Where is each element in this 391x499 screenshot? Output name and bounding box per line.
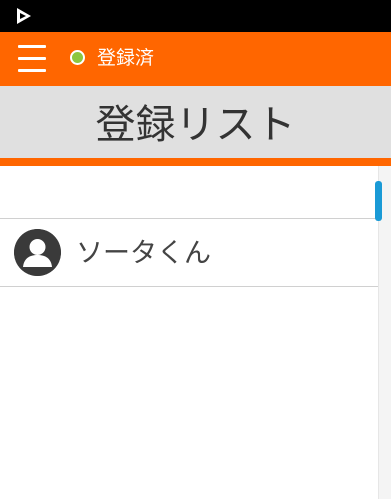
list-header-row xyxy=(0,166,378,219)
page-header: 登録リスト xyxy=(0,86,391,158)
page-title: 登録リスト xyxy=(95,102,296,148)
person-avatar-icon xyxy=(14,229,61,276)
registration-status-indicator xyxy=(70,50,85,65)
registration-status-label: 登録済 xyxy=(97,47,155,69)
play-store-notification-icon xyxy=(14,6,34,26)
list-item-name: ソータくん xyxy=(76,238,211,269)
app-toolbar: 登録済 xyxy=(0,32,391,86)
registration-list[interactable]: ソータくん xyxy=(0,166,391,499)
list-item[interactable]: ソータくん xyxy=(0,219,378,287)
title-underline xyxy=(0,158,391,166)
scrollbar-thumb[interactable] xyxy=(375,181,382,221)
menu-button[interactable] xyxy=(10,40,54,78)
status-bar xyxy=(0,0,391,32)
